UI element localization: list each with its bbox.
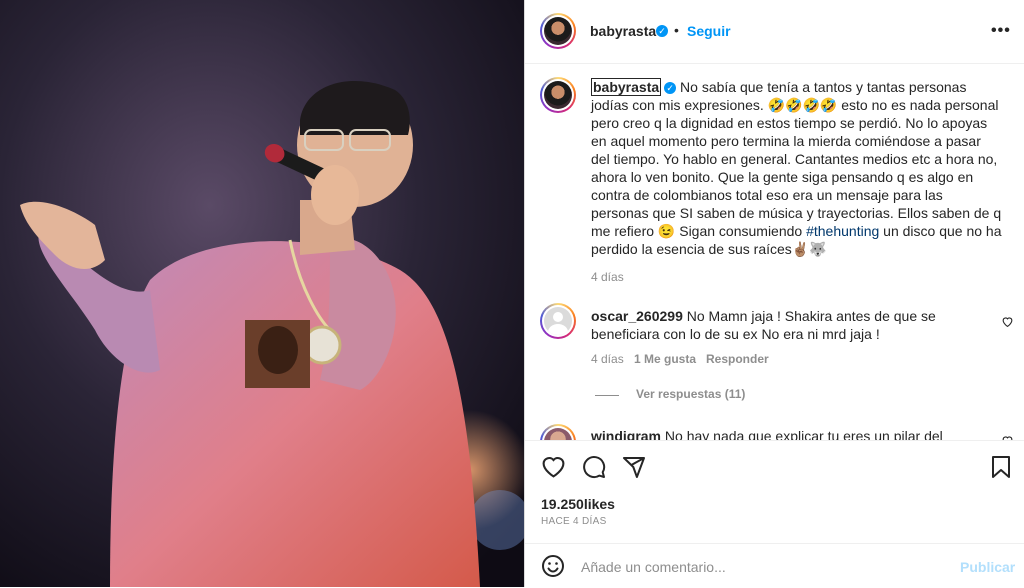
comment-item: oscar_260299 No Mamn jaja ! Shakira ante… xyxy=(591,307,991,343)
commenter-avatar[interactable] xyxy=(540,303,576,339)
comments-scroll[interactable]: babyrasta ✓ No sabía que tenía a tantos y… xyxy=(525,64,1024,440)
verified-icon: ✓ xyxy=(664,82,677,95)
comment-like-heart-icon[interactable] xyxy=(1001,315,1014,328)
comment-username[interactable]: oscar_260299 xyxy=(591,308,683,324)
separator-dot: • xyxy=(674,22,679,38)
more-options-icon[interactable]: ••• xyxy=(991,22,1011,40)
post-photo[interactable] xyxy=(0,0,524,587)
replies-divider xyxy=(595,395,619,396)
publish-button[interactable]: Publicar xyxy=(960,559,1015,575)
comment-item: windigram No hay nada que explicar tu er… xyxy=(591,427,991,440)
share-icon[interactable] xyxy=(622,455,646,479)
caption-avatar[interactable] xyxy=(540,77,576,113)
post-date[interactable]: HACE 4 DÍAS xyxy=(541,516,607,527)
caption-username[interactable]: babyrasta xyxy=(591,78,662,96)
author-avatar[interactable] xyxy=(540,13,576,49)
add-comment-bar: Añade un comentario... Publicar xyxy=(525,543,1024,588)
follow-button[interactable]: Seguir xyxy=(687,23,731,39)
emoji-icon[interactable] xyxy=(541,554,565,578)
comment-likes[interactable]: 1 Me gusta xyxy=(634,352,696,366)
comment-username[interactable]: windigram xyxy=(591,428,661,440)
verified-icon: ✓ xyxy=(656,25,668,37)
likes-count[interactable]: 19.250likes xyxy=(541,496,615,512)
post-header: babyrasta ✓ • Seguir ••• xyxy=(525,0,1024,64)
author-username[interactable]: babyrasta xyxy=(590,23,656,39)
caption-time[interactable]: 4 días xyxy=(591,268,1003,286)
hashtag-link[interactable]: #thehunting xyxy=(806,223,879,239)
comment-icon[interactable] xyxy=(582,455,606,479)
reply-button[interactable]: Responder xyxy=(706,352,769,366)
comment-text: No hay nada que explicar tu eres un pila… xyxy=(664,428,943,440)
caption-text: No sabía que tenía a tantos y tantas per… xyxy=(591,79,1002,239)
comment-time[interactable]: 4 días xyxy=(591,352,624,366)
post-panel: babyrasta ✓ • Seguir ••• babyrasta ✓ No s… xyxy=(524,0,1024,587)
comment-input[interactable]: Añade un comentario... xyxy=(581,559,726,575)
view-replies-button[interactable]: Ver respuestas (11) xyxy=(636,387,745,401)
heart-icon[interactable] xyxy=(541,455,566,478)
commenter-avatar[interactable] xyxy=(540,424,576,440)
photo-illustration xyxy=(0,0,524,587)
post-caption: babyrasta ✓ No sabía que tenía a tantos y… xyxy=(591,78,1003,286)
action-bar xyxy=(525,440,1024,493)
bookmark-icon[interactable] xyxy=(991,455,1011,479)
